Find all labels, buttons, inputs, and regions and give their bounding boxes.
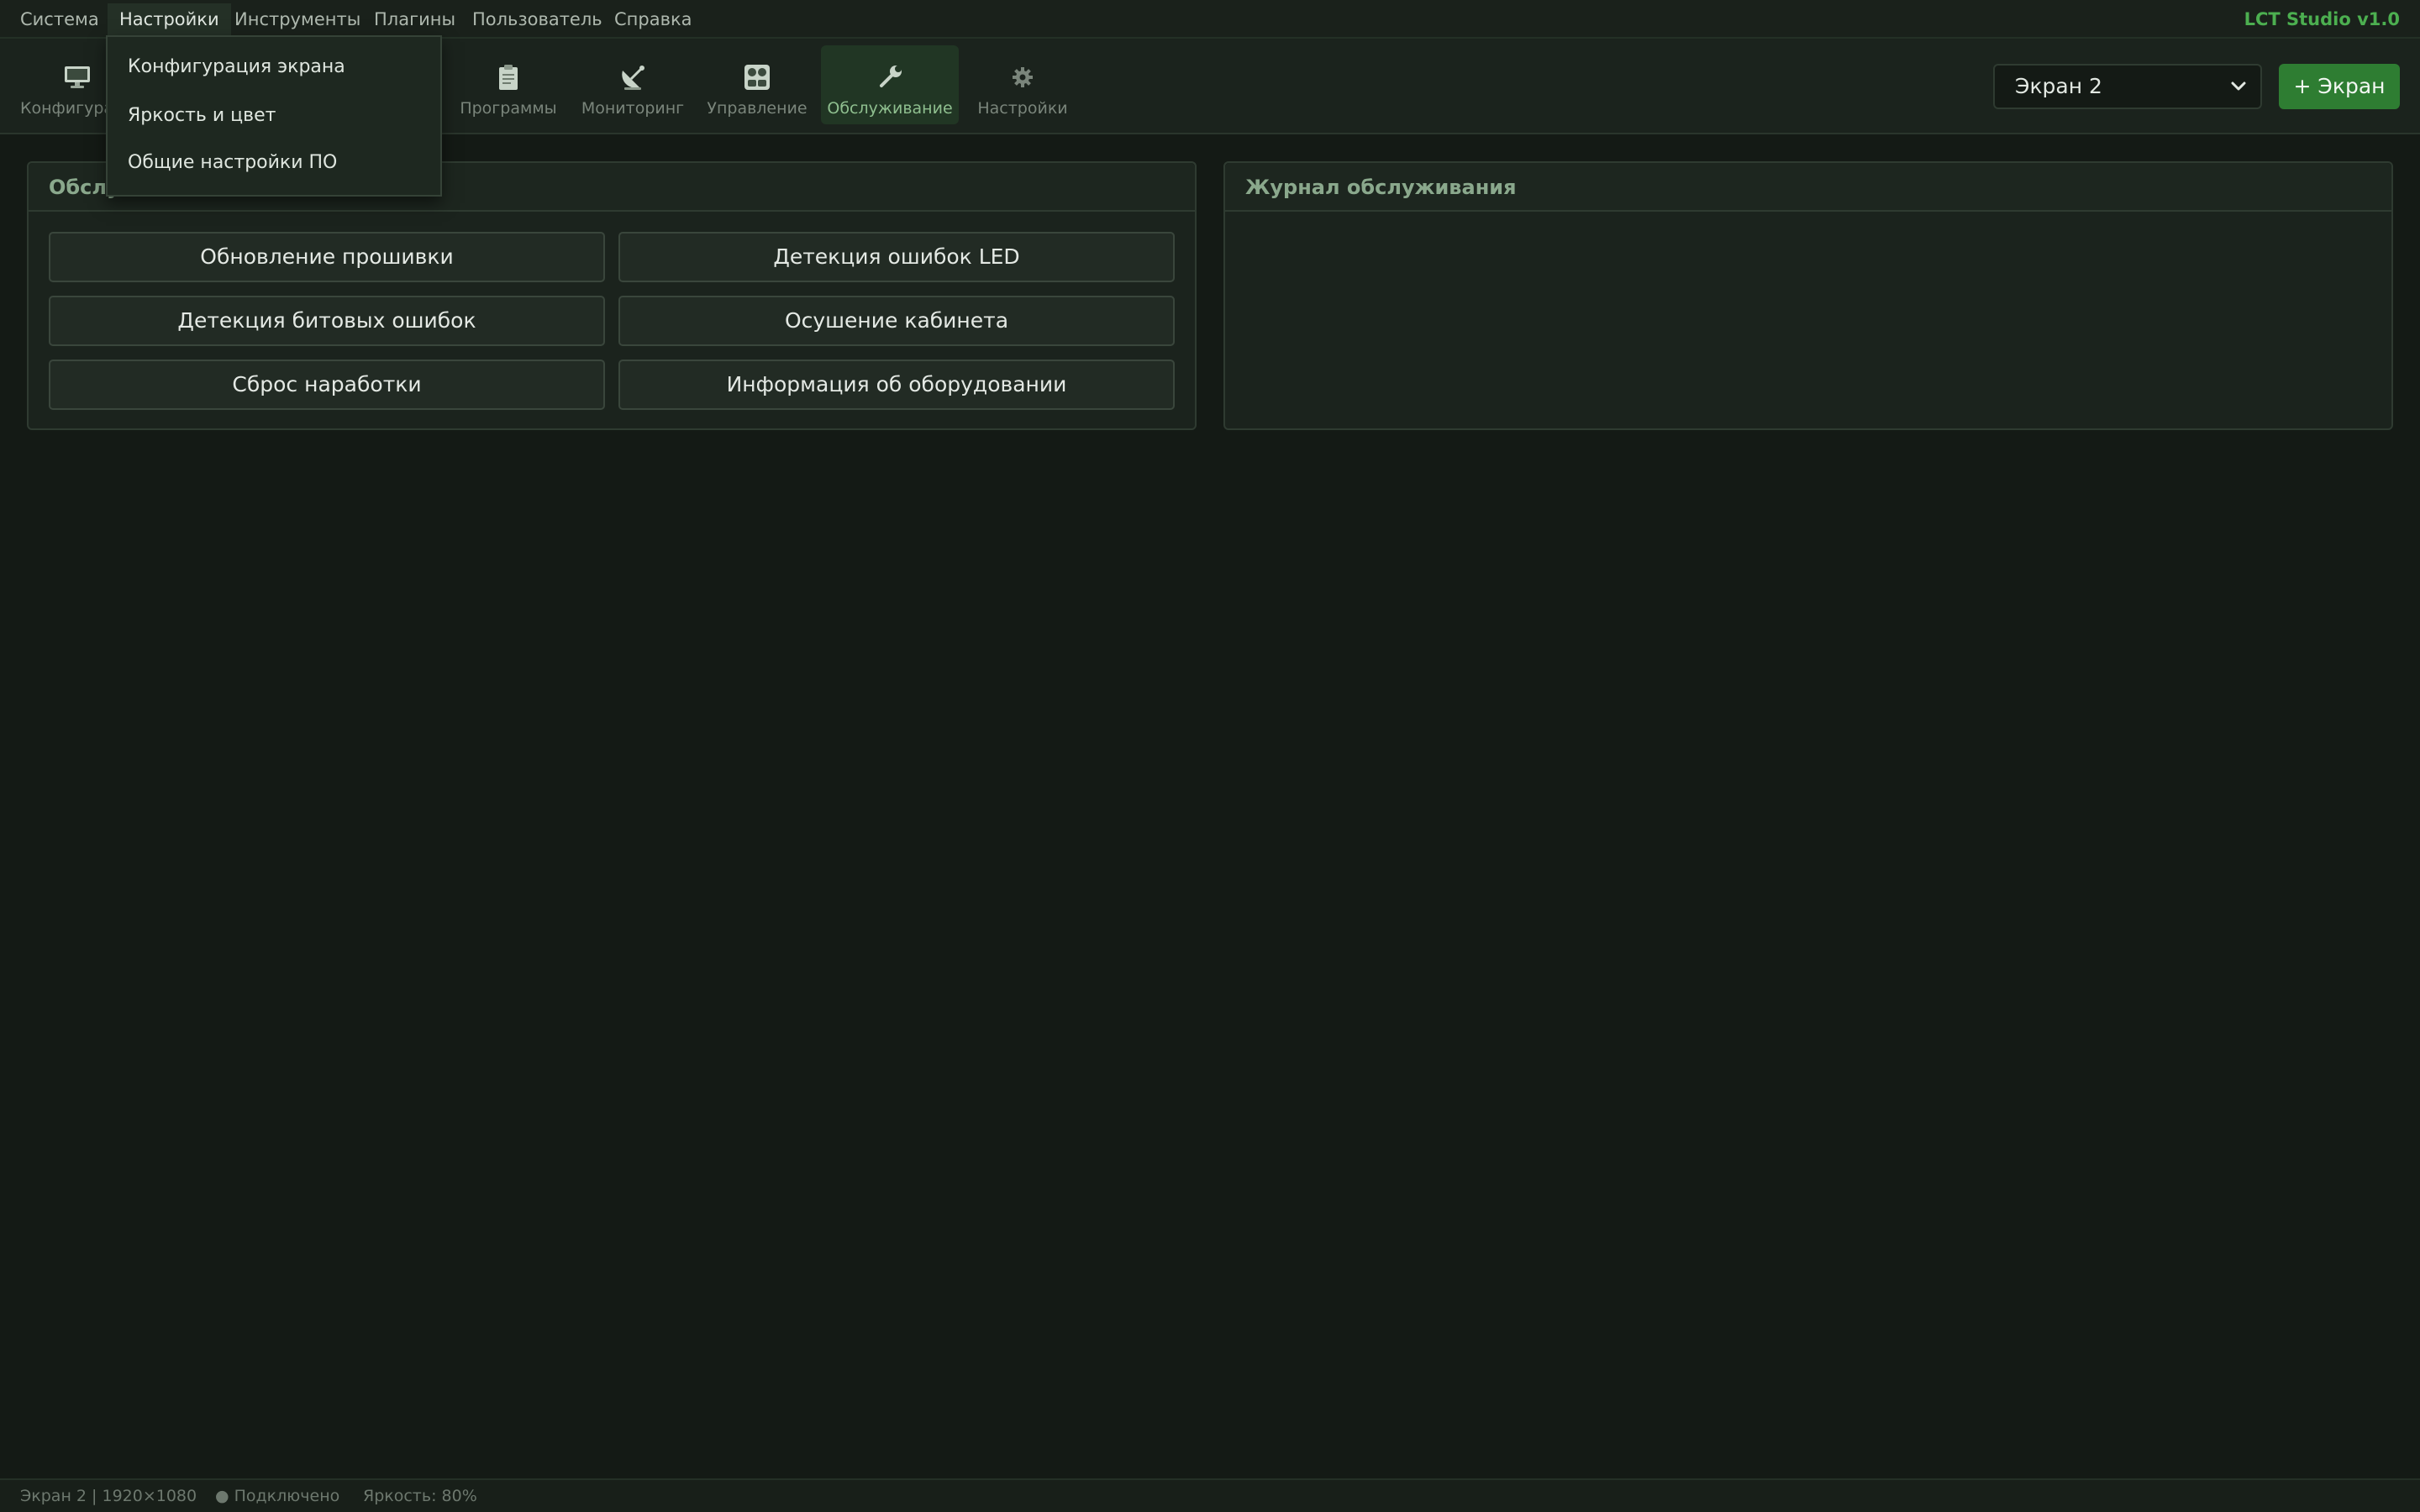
hardware-info-button[interactable]: Информация об оборудовании	[618, 360, 1175, 410]
menu-spravka[interactable]: Справка	[602, 3, 704, 35]
tool-label: Программы	[460, 99, 557, 118]
log-panel-header: Журнал обслуживания	[1225, 163, 2391, 212]
status-brightness: Яркость: 80%	[363, 1487, 477, 1505]
app-window: Система Настройки Инструменты Плагины По…	[0, 0, 2420, 1512]
tool-label: Настройки	[977, 99, 1068, 118]
screen-select-value: Экран 2	[2015, 74, 2102, 98]
menu-bar: Система Настройки Инструменты Плагины По…	[0, 0, 2420, 39]
reset-runtime-button[interactable]: Сброс наработки	[49, 360, 605, 410]
gear-icon	[954, 60, 1092, 94]
menu-nastroiki[interactable]: Настройки	[108, 3, 231, 35]
cabinet-dehumidify-button[interactable]: Осушение кабинета	[618, 296, 1175, 346]
tool-nastroiki[interactable]: Настройки	[954, 45, 1092, 124]
wrench-icon	[821, 60, 959, 94]
settings-dropdown-menu: Конфигурация экрана Яркость и цвет Общие…	[106, 35, 442, 197]
bit-error-detection-button[interactable]: Детекция битовых ошибок	[49, 296, 605, 346]
tool-upravlenie[interactable]: Управление	[688, 45, 826, 124]
clipboard-icon	[439, 60, 577, 94]
dropdown-item-brightness-color[interactable]: Яркость и цвет	[108, 92, 440, 139]
menu-plaginy[interactable]: Плагины	[362, 3, 467, 35]
tool-obsluzhivanie[interactable]: Обслуживание	[821, 45, 959, 124]
status-connection: ● Подключено	[215, 1487, 340, 1505]
screen-select[interactable]: Экран 2	[1993, 64, 2262, 109]
status-bar: Экран 2 | 1920×1080 ● Подключено Яркость…	[0, 1478, 2420, 1512]
dropdown-item-general-settings[interactable]: Общие настройки ПО	[108, 139, 440, 186]
tool-monitoring[interactable]: Мониторинг	[564, 45, 702, 124]
satellite-dish-icon	[564, 60, 702, 94]
maintenance-panel: Обслу Обновление прошивки Детекция ошибо…	[27, 161, 1197, 430]
add-screen-button[interactable]: + Экран	[2279, 64, 2400, 109]
maintenance-log-panel: Журнал обслуживания	[1223, 161, 2393, 430]
dropdown-item-screen-config[interactable]: Конфигурация экрана	[108, 44, 440, 91]
control-panel-icon	[688, 60, 826, 94]
tool-programmy[interactable]: Программы	[439, 45, 577, 124]
chevron-down-icon	[2228, 66, 2249, 108]
app-brand: LCT Studio v1.0	[2244, 9, 2400, 29]
menu-instrumenty[interactable]: Инструменты	[223, 3, 372, 35]
log-content-area[interactable]	[1225, 213, 2391, 428]
menu-polzovatel[interactable]: Пользователь	[460, 3, 614, 35]
firmware-update-button[interactable]: Обновление прошивки	[49, 232, 605, 282]
menu-sistema[interactable]: Система	[8, 3, 111, 35]
tool-label: Обслуживание	[827, 99, 953, 118]
tool-label: Мониторинг	[581, 99, 685, 118]
led-error-detection-button[interactable]: Детекция ошибок LED	[618, 232, 1175, 282]
log-panel-title: Журнал обслуживания	[1245, 176, 1517, 199]
tool-label: Управление	[707, 99, 808, 118]
status-screen-info: Экран 2 | 1920×1080	[20, 1487, 197, 1505]
